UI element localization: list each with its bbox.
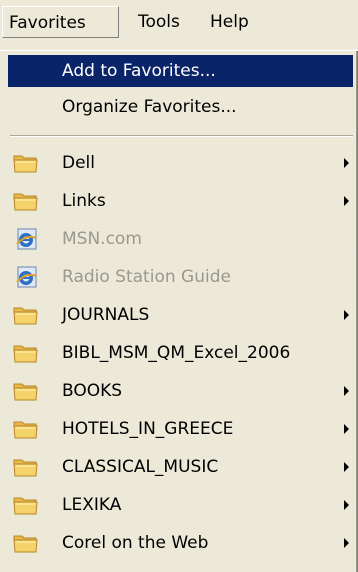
favorites-dropdown: Add to Favorites... Organize Favorites..… <box>0 50 358 572</box>
favorites-item-msn-com[interactable]: MSN.com <box>8 223 353 255</box>
favorites-item-hotels-in-greece[interactable]: HOTELS_IN_GREECE <box>8 413 353 445</box>
favorites-item-label: HOTELS_IN_GREECE <box>62 419 234 439</box>
favorites-item-label: Links <box>62 191 106 211</box>
favorites-item-radio-station-guide[interactable]: Radio Station Guide <box>8 261 353 293</box>
favorites-item-corel-on-the-web[interactable]: Corel on the Web <box>8 527 353 559</box>
submenu-arrow-icon <box>344 500 349 510</box>
favorites-item-classical-music[interactable]: CLASSICAL_MUSIC <box>8 451 353 483</box>
submenu-arrow-icon <box>344 158 349 168</box>
menu-separator <box>10 135 353 137</box>
submenu-arrow-icon <box>344 462 349 472</box>
favorites-item-label: CLASSICAL_MUSIC <box>62 457 219 477</box>
favorites-item-journals[interactable]: JOURNALS <box>8 299 353 331</box>
favorites-item-label: Corel on the Web <box>62 533 209 553</box>
favorites-item-label: Dell <box>62 153 95 173</box>
favorites-item-label: BIBL_MSM_QM_Excel_2006 <box>62 343 291 363</box>
favorites-item-bibl-msm-qm-excel-2006[interactable]: BIBL_MSM_QM_Excel_2006 <box>8 337 353 369</box>
favorites-item-label: BOOKS <box>62 381 123 401</box>
submenu-arrow-icon <box>344 386 349 396</box>
menu-tools[interactable]: Tools <box>132 6 186 38</box>
favorites-item-label: JOURNALS <box>62 305 150 325</box>
menu-help[interactable]: Help <box>204 6 255 38</box>
menu-bar: Favorites Tools Help <box>0 0 358 50</box>
add-to-favorites-item[interactable]: Add to Favorites... <box>8 55 353 87</box>
menu-favorites[interactable]: Favorites <box>2 6 119 38</box>
favorites-item-dell[interactable]: Dell <box>8 147 353 179</box>
favorites-item-lexika[interactable]: LEXIKA <box>8 489 353 521</box>
add-to-favorites-label: Add to Favorites... <box>62 61 216 81</box>
submenu-arrow-icon <box>344 424 349 434</box>
submenu-arrow-icon <box>344 310 349 320</box>
favorites-item-links[interactable]: Links <box>8 185 353 217</box>
submenu-arrow-icon <box>344 538 349 548</box>
favorites-item-books[interactable]: BOOKS <box>8 375 353 407</box>
favorites-item-label: MSN.com <box>62 229 142 249</box>
organize-favorites-label: Organize Favorites... <box>62 97 237 117</box>
submenu-arrow-icon <box>344 196 349 206</box>
organize-favorites-item[interactable]: Organize Favorites... <box>8 91 353 123</box>
favorites-item-label: Radio Station Guide <box>62 267 231 287</box>
favorites-item-label: LEXIKA <box>62 495 122 515</box>
